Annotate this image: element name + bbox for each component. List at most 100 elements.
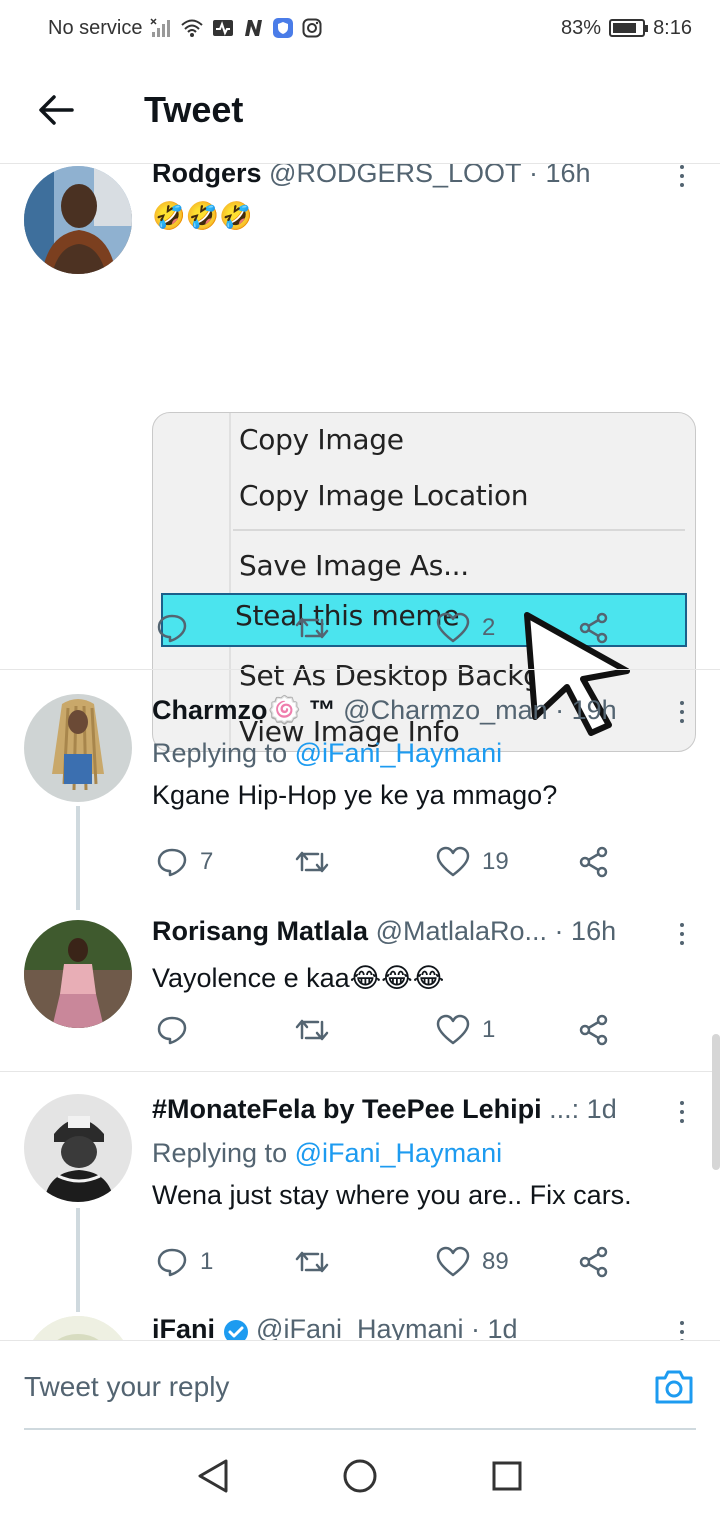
- share-button[interactable]: [578, 846, 610, 878]
- vpn-shield-icon: [272, 17, 294, 39]
- more-options-button[interactable]: [668, 164, 696, 194]
- avatar-photo: [24, 694, 132, 802]
- author-handle: @iFani_Haymani: [256, 1314, 464, 1340]
- tweet-content: Rodgers @RODGERS_LOOT · 16h 🤣🤣🤣: [152, 164, 696, 234]
- tweet-item[interactable]: iFani @iFani_Haymani · 1d: [0, 1312, 720, 1340]
- nav-recents-button[interactable]: [477, 1446, 537, 1506]
- author-name[interactable]: Rodgers: [152, 164, 262, 189]
- author-name[interactable]: Charmzo🍥 ™: [152, 694, 336, 726]
- nav-back-button[interactable]: [183, 1446, 243, 1506]
- like-button[interactable]: 1: [436, 1014, 495, 1046]
- mention-link[interactable]: @iFani_Haymani: [295, 738, 502, 768]
- share-icon: [579, 1246, 608, 1278]
- status-bar: No service 83% 8:16: [0, 0, 720, 56]
- avatar-photo: [24, 920, 132, 1028]
- tweet-text: 🤣🤣🤣: [152, 201, 253, 231]
- author-name[interactable]: iFani: [152, 1314, 215, 1340]
- replying-label: Replying to: [152, 738, 288, 768]
- tweet-header: Charmzo🍥 ™ @Charmzo_man · 19h: [152, 694, 696, 730]
- like-count: 2: [482, 614, 496, 641]
- avatar[interactable]: [24, 694, 132, 802]
- reply-count: 1: [200, 1248, 214, 1275]
- tweet-actions: 1 89: [152, 1242, 622, 1282]
- tweet-item[interactable]: Rorisang Matlala @MatlalaRo... · 16h Vay…: [0, 910, 720, 1072]
- retweet-button[interactable]: [294, 612, 330, 644]
- like-count: 1: [482, 1016, 496, 1043]
- verified-badge-icon: [223, 1320, 248, 1340]
- instagram-icon: [302, 17, 322, 39]
- tweet-actions: 7 19: [152, 842, 622, 882]
- avatar[interactable]: [24, 166, 132, 274]
- more-options-button[interactable]: [668, 1314, 696, 1340]
- tweet-header: Rorisang Matlala @MatlalaRo... · 16h: [152, 916, 696, 952]
- n-app-icon: [242, 17, 264, 39]
- tweet-item[interactable]: #MonateFela by TeePee Lehipi ...: 1d Rep…: [0, 1072, 720, 1312]
- retweet-button[interactable]: [294, 1246, 330, 1278]
- tweet-item[interactable]: Rodgers @RODGERS_LOOT · 16h 🤣🤣🤣 Copy Ima…: [0, 164, 720, 752]
- tweet-text: Wena just stay where you are.. Fix cars.: [152, 1180, 632, 1210]
- activity-icon: [212, 17, 234, 39]
- author-name[interactable]: Rorisang Matlala: [152, 916, 368, 947]
- mention-link[interactable]: @iFani_Haymani: [295, 1138, 502, 1168]
- tweet-header: Rodgers @RODGERS_LOOT · 16h: [152, 164, 696, 194]
- tweet-text: Kgane Hip-Hop ye ke ya mmago?: [152, 780, 558, 810]
- retweet-button[interactable]: [294, 846, 330, 878]
- like-button[interactable]: 19: [436, 846, 509, 878]
- reply-button[interactable]: [156, 1014, 188, 1046]
- more-options-button[interactable]: [668, 694, 696, 730]
- author-handle: ...: [549, 1094, 572, 1124]
- retweet-icon: [295, 1019, 329, 1041]
- like-button[interactable]: 2: [436, 612, 495, 644]
- more-options-button[interactable]: [668, 916, 696, 952]
- tweet-feed[interactable]: Rodgers @RODGERS_LOOT · 16h 🤣🤣🤣 Copy Ima…: [0, 164, 720, 1340]
- tweet-content: #MonateFela by TeePee Lehipi ...: 1d Rep…: [152, 1094, 696, 1213]
- author-handle: @Charmzo_man: [343, 695, 548, 725]
- share-button[interactable]: [578, 1246, 610, 1278]
- tweet-text: Vayolence e kaa😂😂😂: [152, 963, 445, 993]
- author-name[interactable]: #MonateFela by TeePee Lehipi: [152, 1094, 542, 1125]
- square-recents-icon: [492, 1461, 522, 1491]
- signal-icon: [150, 17, 172, 39]
- share-button[interactable]: [578, 1014, 610, 1046]
- avatar[interactable]: [24, 920, 132, 1028]
- author-handle: @MatlalaRo...: [375, 916, 548, 946]
- scrollbar-thumb[interactable]: [712, 1034, 720, 1170]
- tweet-time: 16h: [571, 916, 617, 946]
- reply-composer[interactable]: Tweet your reply: [0, 1340, 720, 1432]
- retweet-icon: [295, 617, 329, 639]
- tweet-actions: 1: [152, 1010, 622, 1050]
- tweet-item[interactable]: Charmzo🍥 ™ @Charmzo_man · 19h Replying t…: [0, 670, 720, 910]
- thread-connector: [76, 1208, 80, 1312]
- avatar[interactable]: [24, 1094, 132, 1202]
- nav-home-button[interactable]: [330, 1446, 390, 1506]
- share-icon: [579, 612, 608, 644]
- tweet-actions: 2: [152, 608, 622, 648]
- tweet-header: #MonateFela by TeePee Lehipi ...: 1d: [152, 1094, 696, 1130]
- battery-icon: [609, 19, 649, 37]
- like-button[interactable]: 89: [436, 1246, 509, 1278]
- tweet-content: Rorisang Matlala @MatlalaRo... · 16h Vay…: [152, 916, 696, 996]
- reply-button[interactable]: 1: [156, 1246, 213, 1278]
- retweet-button[interactable]: [294, 1014, 330, 1046]
- like-count: 19: [482, 848, 509, 875]
- more-options-button[interactable]: [668, 1094, 696, 1130]
- reply-button[interactable]: 7: [156, 846, 213, 878]
- separator-dot: :: [571, 1094, 587, 1124]
- heart-icon: [436, 1246, 470, 1277]
- reply-button[interactable]: [156, 612, 188, 644]
- avatar[interactable]: [24, 1316, 132, 1340]
- meme-menu-item: Copy Image: [239, 423, 404, 456]
- reply-input[interactable]: Tweet your reply: [24, 1371, 652, 1403]
- meme-menu-item: Copy Image Location: [239, 479, 529, 512]
- reply-icon: [157, 1248, 187, 1277]
- tweet-content: Charmzo🍥 ™ @Charmzo_man · 19h Replying t…: [152, 694, 696, 813]
- share-button[interactable]: [578, 612, 610, 644]
- back-button[interactable]: [0, 56, 112, 164]
- triangle-back-icon: [198, 1459, 228, 1493]
- avatar-photo: [24, 166, 132, 274]
- top-app-bar: Tweet: [0, 56, 720, 164]
- heart-icon: [436, 612, 470, 643]
- tweet-time: 16h: [545, 164, 591, 188]
- retweet-icon: [295, 1251, 329, 1273]
- camera-button[interactable]: [652, 1367, 696, 1407]
